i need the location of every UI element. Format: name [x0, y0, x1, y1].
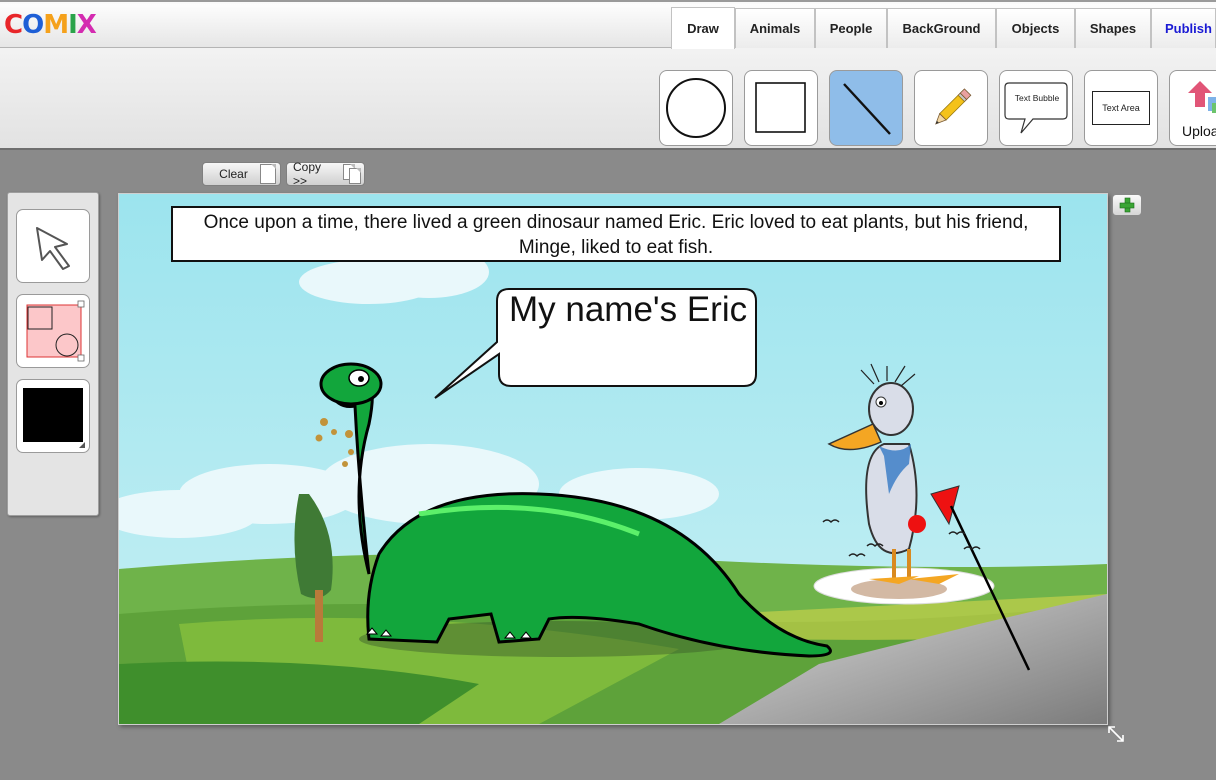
logo-letter-i: I [68, 10, 78, 40]
fill-stroke-icon [26, 300, 85, 362]
upload-label: Uploa [1182, 123, 1216, 139]
fill-stroke-tool[interactable] [16, 294, 90, 368]
square-icon [755, 82, 806, 133]
pencil-icon [935, 88, 972, 125]
pointer-tool[interactable] [16, 209, 90, 283]
line-tool[interactable] [829, 70, 903, 146]
background-scene [119, 194, 1107, 724]
tab-draw[interactable]: Draw [671, 7, 735, 49]
resize-handle-icon[interactable] [1106, 724, 1126, 744]
tab-strip: COMIX Draw Animals People BackGround Obj… [0, 4, 1216, 49]
copy-label: Copy >> [293, 160, 322, 188]
add-panel-button[interactable] [1112, 194, 1142, 216]
circle-icon [666, 78, 726, 138]
caption-text-area[interactable]: Once upon a time, there lived a green di… [171, 206, 1061, 262]
rectangle-tool[interactable] [744, 70, 818, 146]
copy-button[interactable]: Copy >> [286, 160, 365, 188]
text-area-tool[interactable]: Text Area [1084, 70, 1158, 146]
color-swatch [23, 388, 83, 442]
upload-tool[interactable]: Uploa [1169, 70, 1216, 146]
document-icon [260, 164, 276, 184]
text-bubble-label: Text Bubble [1014, 93, 1060, 103]
comic-canvas[interactable]: Once upon a time, there lived a green di… [118, 193, 1108, 725]
tree-trunk [315, 590, 323, 642]
tab-background[interactable]: BackGround [887, 8, 996, 48]
tab-people[interactable]: People [815, 8, 887, 48]
tab-objects[interactable]: Objects [996, 8, 1075, 48]
speech-bubble-text[interactable]: My name's Eric [509, 290, 747, 330]
pencil-tool[interactable] [914, 70, 988, 146]
clear-button[interactable]: Clear [202, 162, 281, 186]
line-icon [843, 83, 891, 135]
tab-publish[interactable]: Publish [1151, 8, 1216, 48]
tab-shapes[interactable]: Shapes [1075, 8, 1151, 48]
top-toolbar: COMIX Draw Animals People BackGround Obj… [0, 0, 1216, 150]
upload-arrow-icon [1188, 81, 1216, 113]
plus-icon [1119, 197, 1135, 213]
text-area-label: Text Area [1092, 91, 1150, 125]
comix-logo[interactable]: COMIX [4, 10, 97, 40]
color-swatch-tool[interactable] [16, 379, 90, 453]
text-bubble-tool[interactable]: Text Bubble [999, 70, 1073, 146]
copy-pages-icon [342, 164, 361, 184]
logo-letter-x: X [76, 10, 97, 40]
text-bubble-icon [1004, 82, 1068, 134]
logo-letter-c: C [4, 10, 23, 40]
logo-letter-o: O [22, 10, 44, 40]
left-tool-panel [7, 192, 99, 516]
circle-tool[interactable] [659, 70, 733, 146]
logo-letter-m: M [43, 10, 69, 40]
swatch-corner-icon [79, 442, 85, 448]
pointer-icon [36, 227, 70, 270]
clear-label: Clear [219, 167, 248, 181]
tab-animals[interactable]: Animals [735, 8, 815, 48]
